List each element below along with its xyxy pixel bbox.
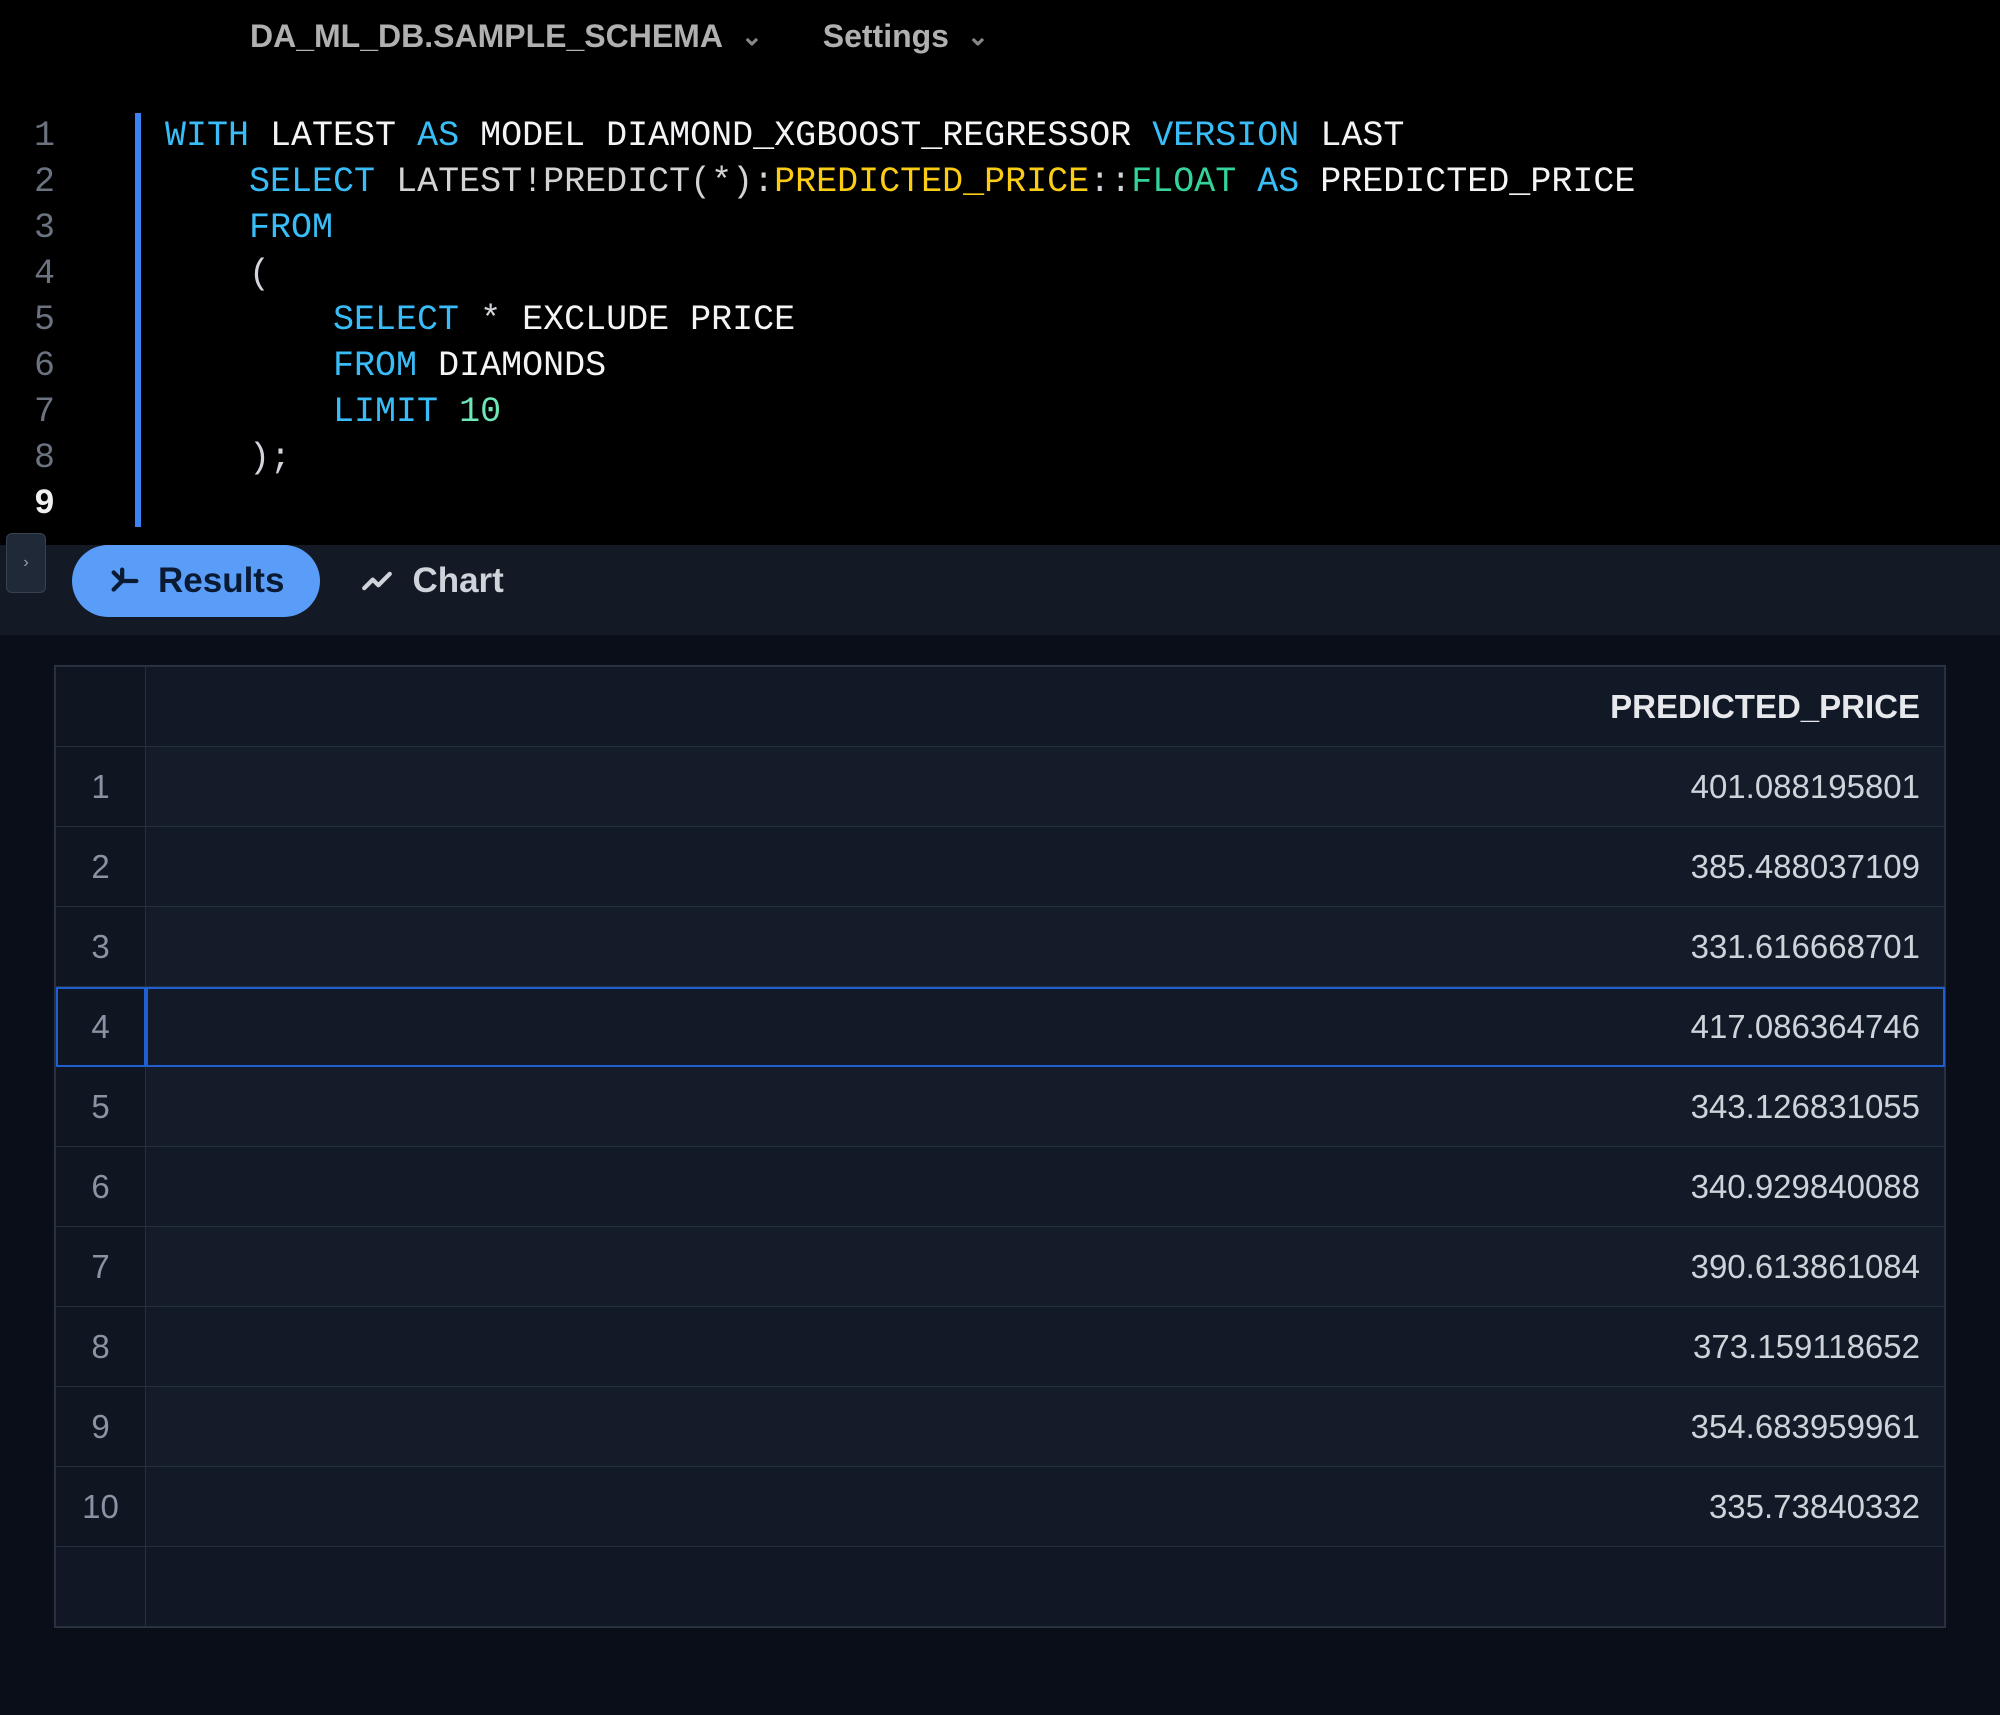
row-number[interactable]: 3 (56, 907, 146, 987)
cell-predicted-price[interactable]: 417.086364746 (146, 987, 1945, 1067)
cell-predicted-price[interactable]: 390.613861084 (146, 1227, 1945, 1307)
row-number[interactable]: 8 (56, 1307, 146, 1387)
code-lines[interactable]: WITH LATEST AS MODEL DIAMOND_XGBOOST_REG… (135, 113, 1635, 527)
code-line[interactable]: WITH LATEST AS MODEL DIAMOND_XGBOOST_REG… (165, 113, 1635, 159)
table-row[interactable]: 6340.929840088 (56, 1147, 1945, 1227)
row-number[interactable]: 6 (56, 1147, 146, 1227)
line-number-gutter: 1 2 3 4 5 6 7 8 9 (0, 113, 135, 527)
row-number[interactable]: 5 (56, 1067, 146, 1147)
result-tabs: Results Chart (0, 545, 2000, 635)
code-line[interactable]: SELECT * EXCLUDE PRICE (165, 297, 1635, 343)
settings-label: Settings (823, 18, 949, 55)
code-line[interactable]: FROM DIAMONDS (165, 343, 1635, 389)
table-row[interactable]: 10335.73840332 (56, 1467, 1945, 1547)
cell-predicted-price[interactable]: 354.683959961 (146, 1387, 1945, 1467)
table-header-row: PREDICTED_PRICE (56, 667, 1945, 747)
cell-predicted-price[interactable]: 343.126831055 (146, 1067, 1945, 1147)
table-row[interactable]: 4417.086364746 (56, 987, 1945, 1067)
cell-blank (146, 1547, 1945, 1627)
table-row[interactable]: 8373.159118652 (56, 1307, 1945, 1387)
row-number (56, 1547, 146, 1627)
code-line[interactable]: ( (165, 251, 1635, 297)
code-line[interactable]: FROM (165, 205, 1635, 251)
chevron-down-icon: ⌄ (967, 21, 989, 52)
sql-editor[interactable]: 1 2 3 4 5 6 7 8 9 WITH LATEST AS MODEL D… (0, 73, 2000, 547)
schema-context-dropdown[interactable]: DA_ML_DB.SAMPLE_SCHEMA ⌄ (250, 18, 763, 55)
line-number: 6 (0, 343, 55, 389)
table-row[interactable]: 2385.488037109 (56, 827, 1945, 907)
tab-results[interactable]: Results (72, 545, 320, 617)
tab-results-label: Results (158, 561, 284, 601)
table-row[interactable]: 7390.613861084 (56, 1227, 1945, 1307)
table-row[interactable]: 3331.616668701 (56, 907, 1945, 987)
schema-context-label: DA_ML_DB.SAMPLE_SCHEMA (250, 18, 723, 55)
table-row[interactable]: 9354.683959961 (56, 1387, 1945, 1467)
line-number: 4 (0, 251, 55, 297)
cell-predicted-price[interactable]: 373.159118652 (146, 1307, 1945, 1387)
cell-predicted-price[interactable]: 340.929840088 (146, 1147, 1945, 1227)
expand-panel-handle[interactable]: › (6, 533, 46, 593)
chart-icon (360, 564, 394, 598)
tab-chart[interactable]: Chart (360, 561, 503, 601)
code-line[interactable]: LIMIT 10 (165, 389, 1635, 435)
code-line[interactable]: SELECT LATEST!PREDICT(*):PREDICTED_PRICE… (165, 159, 1635, 205)
table-row-blank (56, 1547, 1945, 1627)
line-number: 2 (0, 159, 55, 205)
line-number: 8 (0, 435, 55, 481)
column-header-predicted-price[interactable]: PREDICTED_PRICE (146, 667, 1945, 747)
row-number[interactable]: 2 (56, 827, 146, 907)
code-line[interactable]: ); (165, 435, 1635, 481)
settings-dropdown[interactable]: Settings ⌄ (823, 18, 989, 55)
cell-predicted-price[interactable]: 331.616668701 (146, 907, 1945, 987)
results-table-wrap: PREDICTED_PRICE 1401.0881958012385.48803… (54, 665, 1946, 1628)
row-number[interactable]: 1 (56, 747, 146, 827)
cell-predicted-price[interactable]: 385.488037109 (146, 827, 1945, 907)
line-number: 3 (0, 205, 55, 251)
tab-chart-label: Chart (412, 561, 503, 601)
row-number[interactable]: 4 (56, 987, 146, 1067)
line-number: 5 (0, 297, 55, 343)
row-header-corner (56, 667, 146, 747)
code-line[interactable] (165, 481, 1635, 527)
row-number[interactable]: 7 (56, 1227, 146, 1307)
results-icon (108, 564, 142, 598)
chevron-right-icon: › (23, 554, 28, 572)
top-toolbar: DA_ML_DB.SAMPLE_SCHEMA ⌄ Settings ⌄ (0, 0, 2000, 73)
line-number: 7 (0, 389, 55, 435)
cell-predicted-price[interactable]: 335.73840332 (146, 1467, 1945, 1547)
table-row[interactable]: 5343.126831055 (56, 1067, 1945, 1147)
chevron-down-icon: ⌄ (741, 21, 763, 52)
line-number: 9 (0, 481, 55, 527)
line-number: 1 (0, 113, 55, 159)
table-row[interactable]: 1401.088195801 (56, 747, 1945, 827)
row-number[interactable]: 10 (56, 1467, 146, 1547)
results-table[interactable]: PREDICTED_PRICE 1401.0881958012385.48803… (55, 666, 1945, 1627)
row-number[interactable]: 9 (56, 1387, 146, 1467)
cell-predicted-price[interactable]: 401.088195801 (146, 747, 1945, 827)
